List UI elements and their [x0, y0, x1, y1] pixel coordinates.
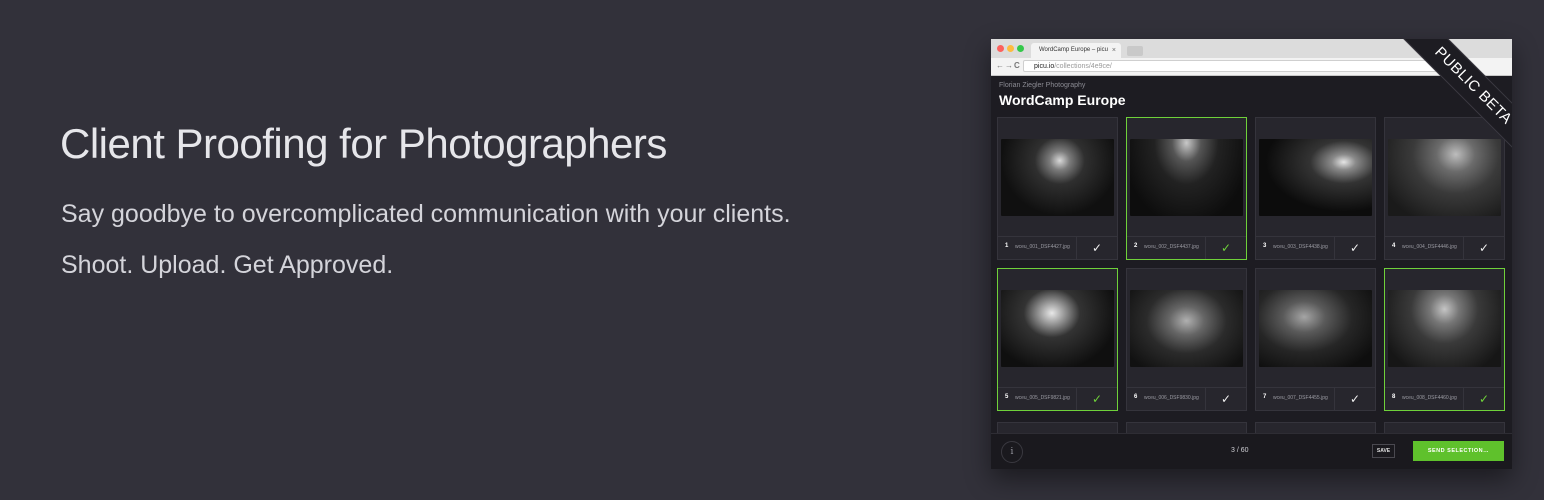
- photographer-name: Florian Ziegler Photography: [999, 82, 1086, 89]
- photo-thumbnail[interactable]: [1130, 290, 1243, 367]
- approve-check-icon[interactable]: ✓: [1076, 237, 1117, 259]
- photo-number: 1: [1005, 243, 1009, 249]
- photo-card[interactable]: 5 wceu_005_DSF9821.jpg ✓: [997, 268, 1118, 411]
- minimize-window-icon[interactable]: [1007, 45, 1014, 52]
- approve-check-icon[interactable]: ✓: [1205, 388, 1246, 410]
- photo-filename: wceu_001_DSF4427.jpg: [1015, 244, 1070, 250]
- send-selection-button[interactable]: SEND SELECTION…: [1413, 441, 1504, 461]
- close-window-icon[interactable]: [997, 45, 1004, 52]
- photo-filename: wceu_006_DSF9830.jpg: [1144, 395, 1199, 401]
- collection-title: WordCamp Europe: [999, 92, 1126, 108]
- approve-check-icon[interactable]: ✓: [1205, 237, 1246, 259]
- photo-number: 7: [1263, 394, 1267, 400]
- card-footer: 2 wceu_002_DSF4437.jpg ✓: [1127, 236, 1246, 259]
- photo-card[interactable]: 8 wceu_008_DSF4460.jpg ✓: [1384, 268, 1505, 411]
- photo-number: 3: [1263, 243, 1267, 249]
- card-footer: 6 wceu_006_DSF9830.jpg ✓: [1127, 387, 1246, 410]
- photo-number: 4: [1392, 243, 1396, 249]
- photo-number: 8: [1392, 394, 1396, 400]
- photo-filename: wceu_005_DSF9821.jpg: [1015, 395, 1070, 401]
- page-count: 3 / 60: [1231, 447, 1249, 454]
- hero-title: Client Proofing for Photographers: [60, 120, 667, 167]
- photo-number: 2: [1134, 243, 1138, 249]
- approve-check-icon[interactable]: ✓: [1334, 388, 1375, 410]
- photo-filename: wceu_007_DSF4455.jpg: [1273, 395, 1328, 401]
- photo-filename: wceu_004_DSF4446.jpg: [1402, 244, 1457, 250]
- approve-check-icon[interactable]: ✓: [1334, 237, 1375, 259]
- bottom-toolbar: i 3 / 60 SAVE SEND SELECTION…: [991, 433, 1512, 469]
- photo-card[interactable]: 3 wceu_003_DSF4438.jpg ✓: [1255, 117, 1376, 260]
- hero-subtitle: Say goodbye to overcomplicated communica…: [61, 200, 791, 228]
- photo-thumbnail[interactable]: [1388, 139, 1501, 216]
- photo-card[interactable]: 6 wceu_006_DSF9830.jpg ✓: [1126, 268, 1247, 411]
- new-tab-button[interactable]: [1127, 46, 1143, 56]
- card-footer: 5 wceu_005_DSF9821.jpg ✓: [998, 387, 1117, 410]
- photo-card[interactable]: 4 wceu_004_DSF4446.jpg ✓: [1384, 117, 1505, 260]
- hero-tagline: Shoot. Upload. Get Approved.: [61, 251, 394, 279]
- photo-card[interactable]: 1 wceu_001_DSF4427.jpg ✓: [997, 117, 1118, 260]
- photo-thumbnail[interactable]: [1388, 290, 1501, 367]
- photo-thumbnail[interactable]: [1130, 139, 1243, 216]
- approve-check-icon[interactable]: ✓: [1076, 388, 1117, 410]
- card-footer: 7 wceu_007_DSF4455.jpg ✓: [1256, 387, 1375, 410]
- tab-title: WordCamp Europe – picu: [1039, 47, 1108, 53]
- photo-filename: wceu_008_DSF4460.jpg: [1402, 395, 1457, 401]
- browser-window: WordCamp Europe – picu × ← → C picu.io/c…: [991, 39, 1512, 469]
- url-host: picu.io: [1034, 63, 1055, 70]
- maximize-window-icon[interactable]: [1017, 45, 1024, 52]
- approve-check-icon[interactable]: ✓: [1463, 237, 1504, 259]
- browser-tab[interactable]: WordCamp Europe – picu ×: [1031, 43, 1121, 58]
- info-icon[interactable]: i: [1001, 441, 1023, 463]
- forward-icon[interactable]: →: [1005, 61, 1013, 71]
- url-path: /collections/4e9ce/: [1054, 63, 1112, 70]
- photo-number: 6: [1134, 394, 1138, 400]
- card-footer: 4 wceu_004_DSF4446.jpg ✓: [1385, 236, 1504, 259]
- photo-number: 5: [1005, 394, 1009, 400]
- tab-close-icon[interactable]: ×: [1112, 43, 1116, 58]
- save-button[interactable]: SAVE: [1372, 444, 1395, 458]
- approve-check-icon[interactable]: ✓: [1463, 388, 1504, 410]
- card-footer: 1 wceu_001_DSF4427.jpg ✓: [998, 236, 1117, 259]
- reload-icon[interactable]: C: [1014, 61, 1020, 71]
- photo-thumbnail[interactable]: [1259, 290, 1372, 367]
- photo-card[interactable]: 7 wceu_007_DSF4455.jpg ✓: [1255, 268, 1376, 411]
- back-icon[interactable]: ←: [996, 61, 1004, 71]
- photo-card[interactable]: 2 wceu_002_DSF4437.jpg ✓: [1126, 117, 1247, 260]
- photo-thumbnail[interactable]: [1001, 139, 1114, 216]
- card-footer: 3 wceu_003_DSF4438.jpg ✓: [1256, 236, 1375, 259]
- photo-grid: 1 wceu_001_DSF4427.jpg ✓ 2 wceu_002_DSF4…: [997, 117, 1505, 411]
- photo-thumbnail[interactable]: [1001, 290, 1114, 367]
- card-footer: 8 wceu_008_DSF4460.jpg ✓: [1385, 387, 1504, 410]
- photo-filename: wceu_002_DSF4437.jpg: [1144, 244, 1199, 250]
- photo-filename: wceu_003_DSF4438.jpg: [1273, 244, 1328, 250]
- url-input[interactable]: picu.io/collections/4e9ce/: [1023, 60, 1463, 72]
- photo-thumbnail[interactable]: [1259, 139, 1372, 216]
